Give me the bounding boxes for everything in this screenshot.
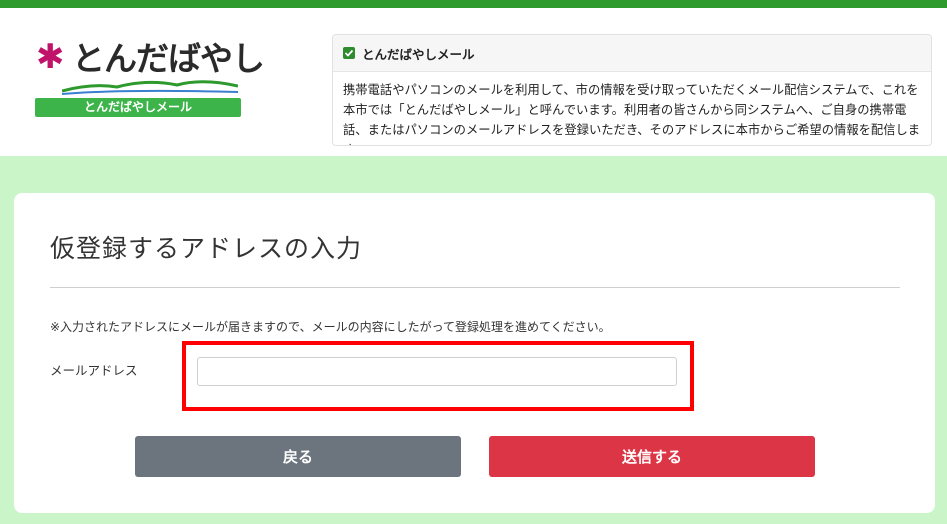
back-button[interactable]: 戻る: [135, 436, 461, 477]
registration-card: 仮登録するアドレスの入力 ※入力されたアドレスにメールが届きますので、メールの内…: [14, 193, 935, 513]
logo-subtitle: とんだばやしメール: [35, 98, 241, 117]
send-button[interactable]: 送信する: [489, 436, 815, 477]
mountains-icon: [62, 80, 238, 95]
page-title: 仮登録するアドレスの入力: [50, 234, 363, 263]
divider: [50, 287, 900, 288]
site-logo[interactable]: ✱ とんだばやし とんだばやしメール: [34, 36, 265, 120]
top-bar: [0, 0, 947, 8]
logo-title: とんだばやし: [72, 39, 265, 78]
flower-icon: ✱: [36, 37, 65, 77]
info-panel: とんだばやしメール 携帯電話やパソコンのメールを利用して、市の情報を受け取ってい…: [332, 34, 932, 146]
email-input[interactable]: [197, 357, 677, 386]
email-label: メールアドレス: [50, 363, 138, 378]
notice-text: ※入力されたアドレスにメールが届きますので、メールの内容にしたがって登録処理を進…: [50, 320, 611, 334]
info-panel-title: とんだばやしメール: [362, 46, 475, 62]
info-panel-header: とんだばやしメール: [333, 35, 931, 72]
info-panel-body: 携帯電話やパソコンのメールを利用して、市の情報を受け取っていただくメール配信シス…: [343, 83, 921, 145]
site-header: ✱ とんだばやし とんだばやしメール とんだばやしメール 携帯電話やパソコンのメ…: [0, 8, 947, 156]
checkbox-icon: [343, 47, 355, 59]
